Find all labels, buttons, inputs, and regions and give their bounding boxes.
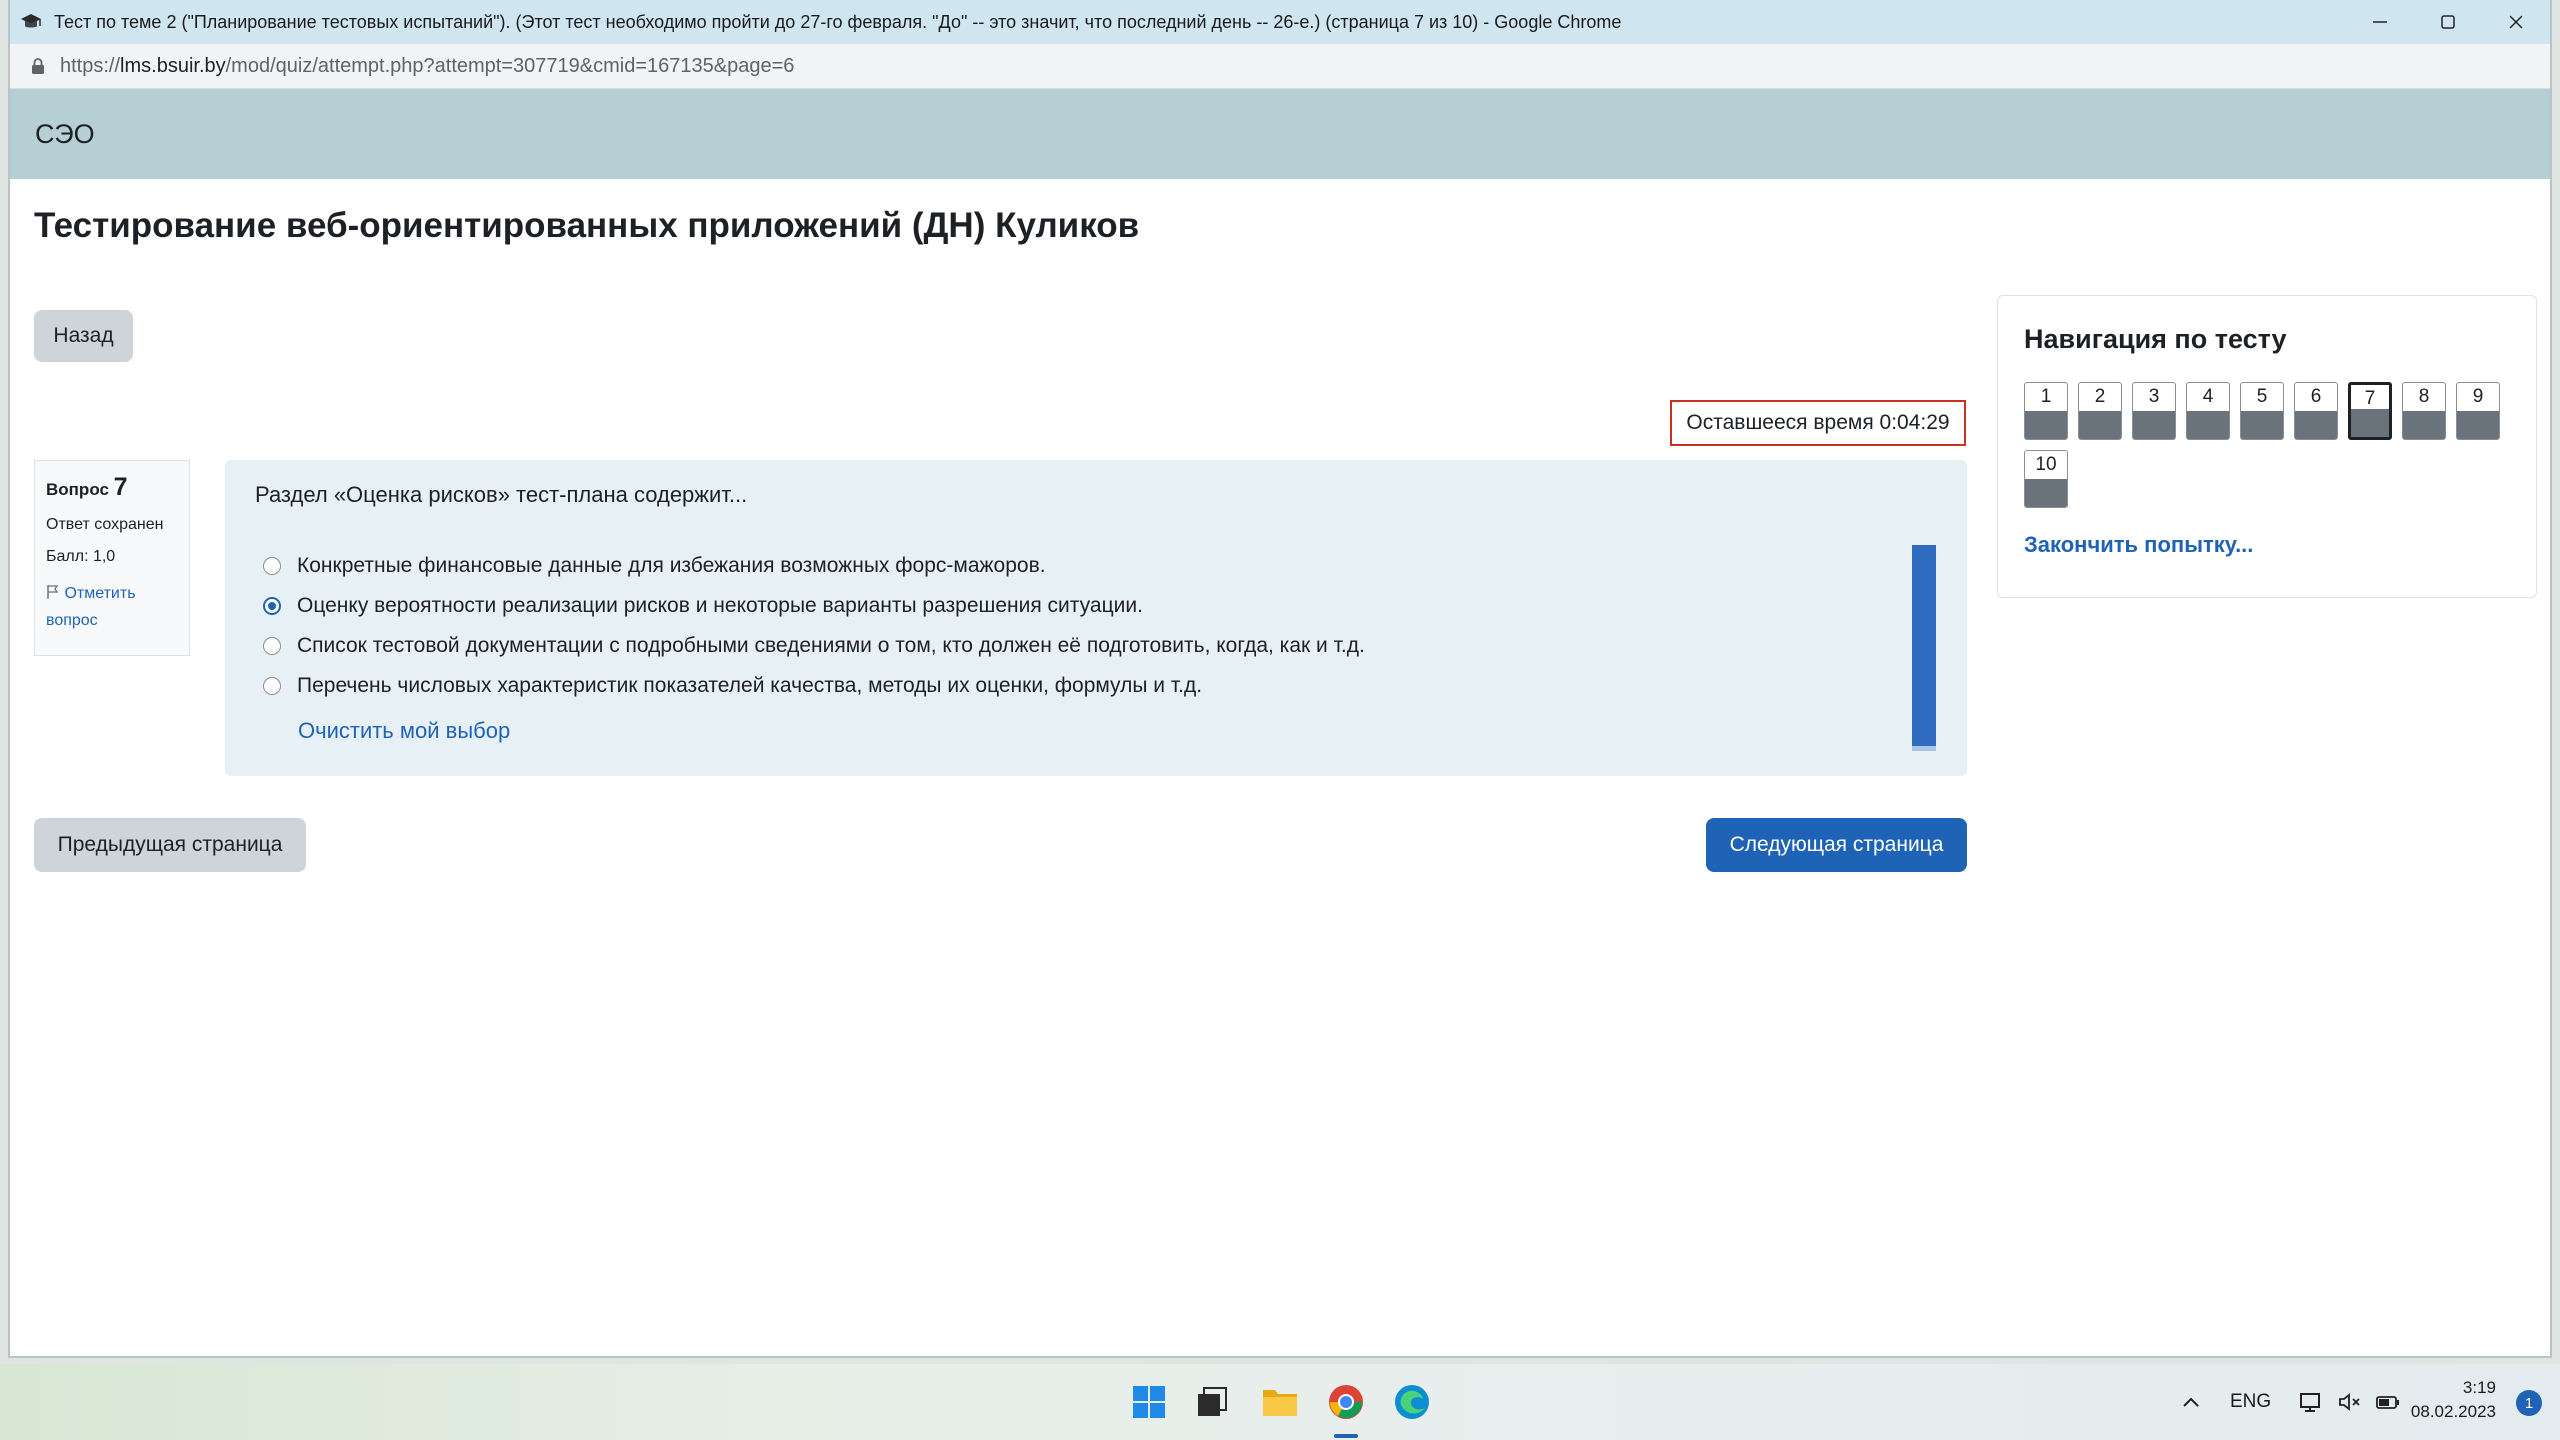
window-title: Тест по теме 2 ("Планирование тестовых и…: [54, 11, 1622, 32]
battery-icon[interactable]: [2375, 1391, 2401, 1413]
answered-indicator: [2457, 411, 2499, 439]
quiz-nav-number: 6: [2310, 386, 2322, 407]
quiz-nav-button[interactable]: 9: [2456, 382, 2500, 440]
quiz-navigation-block: Навигация по тесту 1 2 3 4 5 6 7 8 9 10 …: [1997, 295, 2537, 598]
system-clock[interactable]: 3:19 08.02.2023: [2411, 1376, 2496, 1424]
question-info: Вопрос 7 Ответ сохранен Балл: 1,0 Отмети…: [34, 460, 190, 656]
quiz-nav-number: 3: [2148, 386, 2160, 407]
url-text: https://lms.bsuir.by/mod/quiz/attempt.ph…: [60, 55, 794, 78]
answer-scrollbar[interactable]: [1912, 545, 1936, 751]
volume-muted-icon[interactable]: [2337, 1391, 2363, 1413]
question-content: Раздел «Оценка рисков» тест-плана содерж…: [225, 460, 1967, 776]
active-app-indicator: [1334, 1434, 1358, 1438]
task-view-icon[interactable]: [1190, 1380, 1234, 1424]
answered-indicator: [2133, 411, 2175, 439]
back-button[interactable]: Назад: [34, 310, 133, 362]
answered-indicator: [2025, 411, 2067, 439]
quiz-nav-button[interactable]: 5: [2240, 382, 2284, 440]
window-controls: [2346, 0, 2550, 44]
radio-button[interactable]: [263, 677, 281, 695]
quiz-nav-button[interactable]: 8: [2402, 382, 2446, 440]
address-bar[interactable]: https://lms.bsuir.by/mod/quiz/attempt.ph…: [10, 44, 2550, 89]
flag-question-link[interactable]: Отметить вопрос: [46, 580, 178, 634]
radio-button-selected[interactable]: [263, 597, 281, 615]
windows-start-icon[interactable]: [1127, 1380, 1171, 1424]
quiz-nav-button[interactable]: 10: [2024, 450, 2068, 508]
lock-icon: [32, 58, 44, 74]
chevron-up-icon[interactable]: [2180, 1391, 2202, 1413]
quiz-nav-button-current[interactable]: 7: [2348, 382, 2392, 440]
flag-question-label: Отметить вопрос: [46, 585, 136, 629]
title-bar: Тест по теме 2 ("Планирование тестовых и…: [10, 0, 2550, 44]
flag-icon: [47, 585, 59, 599]
answered-indicator: [2079, 411, 2121, 439]
quiz-nav-number: 9: [2472, 386, 2484, 407]
quiz-nav-button[interactable]: 3: [2132, 382, 2176, 440]
previous-page-button[interactable]: Предыдущая страница: [34, 818, 306, 872]
edge-icon[interactable]: [1390, 1380, 1434, 1424]
quiz-nav-button[interactable]: 1: [2024, 382, 2068, 440]
url-prefix: https://: [60, 54, 121, 77]
question-number-value: 7: [113, 473, 128, 501]
question-status: Ответ сохранен: [46, 516, 164, 533]
answer-option[interactable]: Перечень числовых характеристик показате…: [263, 674, 1202, 698]
quiz-timer: Оставшееся время 0:04:29: [1670, 400, 1966, 446]
answer-option-label: Список тестовой документации с подробным…: [297, 634, 1365, 657]
question-number: Вопрос 7: [46, 473, 178, 502]
answered-indicator: [2025, 479, 2067, 507]
answered-indicator: [2403, 411, 2445, 439]
quiz-nav-number: 2: [2094, 386, 2106, 407]
moodle-cap-icon: [21, 14, 41, 28]
quiz-nav-number: 5: [2256, 386, 2268, 407]
question-text: Раздел «Оценка рисков» тест-плана содерж…: [255, 482, 748, 507]
close-icon: [2509, 15, 2523, 29]
taskbar: ENG 3:19 08.02.2023 1: [0, 1364, 2560, 1440]
clock-date: 08.02.2023: [2410, 1402, 2496, 1421]
next-page-button[interactable]: Следующая страница: [1706, 818, 1967, 872]
site-header: СЭО: [10, 89, 2550, 179]
quiz-nav-number: 10: [2035, 454, 2057, 475]
answer-option[interactable]: Оценку вероятности реализации рисков и н…: [263, 594, 1143, 618]
clear-choice-link[interactable]: Очистить мой выбор: [298, 718, 510, 744]
system-tray: ENG: [2180, 1364, 2401, 1440]
radio-button[interactable]: [263, 637, 281, 655]
answer-option[interactable]: Список тестовой документации с подробным…: [263, 634, 1365, 658]
answered-indicator: [2351, 409, 2389, 437]
quiz-nav-number: 4: [2202, 386, 2214, 407]
minimize-button[interactable]: [2346, 0, 2414, 44]
radio-button[interactable]: [263, 557, 281, 575]
close-button[interactable]: [2482, 0, 2550, 44]
question-score: Балл: 1,0: [46, 548, 116, 565]
page-title: Тестирование веб-ориентированных приложе…: [34, 206, 1140, 245]
quiz-navigation-title: Навигация по тесту: [2024, 324, 2287, 354]
answer-option-label: Конкретные финансовые данные для избежан…: [297, 554, 1046, 577]
maximize-button[interactable]: [2414, 0, 2482, 44]
answer-option[interactable]: Конкретные финансовые данные для избежан…: [263, 554, 1046, 578]
quiz-nav-button[interactable]: 4: [2186, 382, 2230, 440]
question-label: Вопрос: [46, 480, 109, 499]
notification-badge[interactable]: 1: [2516, 1390, 2542, 1416]
url-host: lms.bsuir.by: [120, 54, 226, 77]
browser-window: Тест по теме 2 ("Планирование тестовых и…: [10, 0, 2550, 1356]
file-explorer-icon[interactable]: [1258, 1380, 1302, 1424]
minimize-icon: [2373, 21, 2387, 23]
quiz-nav-number: 7: [2364, 388, 2376, 409]
answered-indicator: [2241, 411, 2283, 439]
quiz-nav-button[interactable]: 6: [2294, 382, 2338, 440]
finish-attempt-link[interactable]: Закончить попытку...: [2024, 532, 2253, 558]
answer-option-label: Перечень числовых характеристик показате…: [297, 674, 1203, 697]
clock-time: 3:19: [2462, 1378, 2496, 1397]
maximize-icon: [2441, 15, 2455, 29]
network-icon[interactable]: [2299, 1391, 2325, 1413]
answer-option-label: Оценку вероятности реализации рисков и н…: [297, 594, 1143, 617]
quiz-nav-number: 8: [2418, 386, 2430, 407]
answered-indicator: [2295, 411, 2337, 439]
site-brand[interactable]: СЭО: [35, 119, 95, 150]
quiz-nav-button[interactable]: 2: [2078, 382, 2122, 440]
language-indicator[interactable]: ENG: [2230, 1391, 2271, 1413]
quiz-nav-number: 1: [2040, 386, 2052, 407]
answered-indicator: [2187, 411, 2229, 439]
chrome-icon[interactable]: [1324, 1380, 1368, 1424]
url-path: /mod/quiz/attempt.php?attempt=307719&cmi…: [225, 54, 795, 77]
